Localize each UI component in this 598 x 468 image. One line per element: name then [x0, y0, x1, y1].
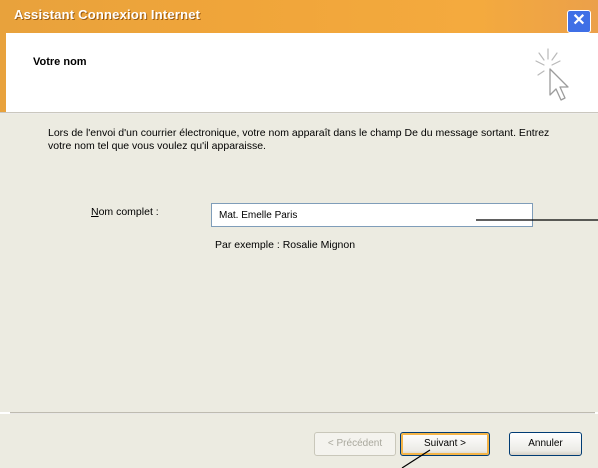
close-icon[interactable]: ✕ [567, 10, 591, 33]
full-name-input[interactable] [211, 203, 533, 227]
window-title: Assistant Connexion Internet [14, 7, 201, 22]
wizard-window: Assistant Connexion Internet ✕ Votre nom… [0, 0, 598, 468]
wizard-cursor-icon [535, 48, 569, 101]
description-text: Lors de l'envoi d'un courrier électroniq… [48, 127, 550, 152]
header-accent [0, 33, 6, 112]
wizard-header: Votre nom [0, 33, 598, 112]
cancel-button[interactable]: Annuler [509, 432, 582, 456]
full-name-label: Nom complet : [91, 206, 159, 218]
page-title: Votre nom [33, 56, 87, 68]
previous-button[interactable]: < Précédent [314, 432, 396, 456]
example-text: Par exemple : Rosalie Mignon [215, 239, 356, 251]
title-bar[interactable]: Assistant Connexion Internet ✕ [0, 0, 598, 33]
full-name-label-accesskey: N [91, 206, 99, 218]
wizard-body [0, 114, 598, 412]
full-name-label-text: om complet : [98, 206, 159, 218]
next-button[interactable]: Suivant > [400, 432, 490, 456]
